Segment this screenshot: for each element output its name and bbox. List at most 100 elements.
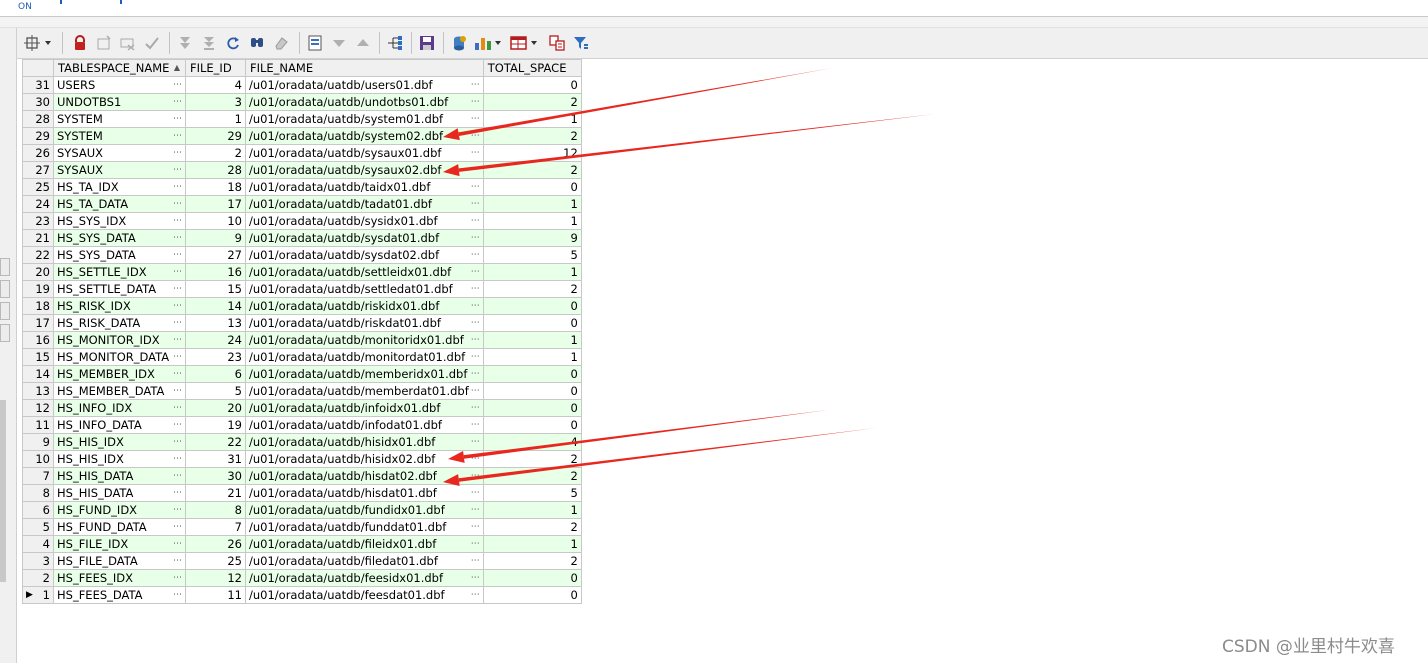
cell-tablespace-name[interactable]: HS_SYS_IDX ⋯ bbox=[53, 212, 186, 230]
cell-file-name[interactable]: /u01/oradata/uatdb/sysaux02.dbf ⋯ bbox=[245, 161, 484, 179]
lock-icon[interactable] bbox=[70, 33, 90, 53]
cell-editor-ellipsis-icon[interactable]: ⋯ bbox=[471, 486, 480, 501]
cell-file-name[interactable]: /u01/oradata/uatdb/hisdat01.dbf ⋯ bbox=[245, 484, 484, 502]
cell-total-space[interactable]: 12 bbox=[482, 144, 582, 162]
table-row[interactable]: 23 HS_SYS_IDX ⋯ 10/u01/oradata/uatdb/sysidx… bbox=[22, 212, 582, 230]
cell-file-id[interactable]: 6 bbox=[185, 365, 246, 383]
cell-editor-ellipsis-icon[interactable]: ⋯ bbox=[471, 554, 480, 569]
cell-total-space[interactable]: 0 bbox=[482, 586, 582, 604]
cell-tablespace-name[interactable]: HS_FEES_DATA ⋯ bbox=[53, 586, 186, 604]
cell-editor-ellipsis-icon[interactable]: ⋯ bbox=[173, 180, 182, 195]
table-row[interactable]: 20 HS_SETTLE_IDX ⋯ 16/u01/oradata/uatdb/set… bbox=[22, 263, 582, 281]
query-by-example-icon[interactable] bbox=[385, 33, 405, 53]
cell-editor-ellipsis-icon[interactable]: ⋯ bbox=[471, 350, 480, 365]
table-row[interactable]: 7 HS_HIS_DATA ⋯ 30/u01/oradata/uatdb/hisdat… bbox=[22, 467, 582, 485]
cell-editor-ellipsis-icon[interactable]: ⋯ bbox=[173, 231, 182, 246]
cell-file-name[interactable]: /u01/oradata/uatdb/hisdat02.dbf ⋯ bbox=[245, 467, 484, 485]
row-number[interactable]: 13 bbox=[22, 382, 54, 400]
cell-total-space[interactable]: 9 bbox=[482, 229, 582, 247]
cell-file-name[interactable]: /u01/oradata/uatdb/hisidx01.dbf ⋯ bbox=[245, 433, 484, 451]
column-header-file-id[interactable]: FILE_ID bbox=[185, 59, 246, 77]
cell-editor-ellipsis-icon[interactable]: ⋯ bbox=[471, 146, 480, 161]
cell-editor-ellipsis-icon[interactable]: ⋯ bbox=[173, 282, 182, 297]
cell-total-space[interactable]: 0 bbox=[482, 416, 582, 434]
cell-editor-ellipsis-icon[interactable]: ⋯ bbox=[471, 214, 480, 229]
cell-editor-ellipsis-icon[interactable]: ⋯ bbox=[173, 197, 182, 212]
cell-tablespace-name[interactable]: HS_TA_IDX ⋯ bbox=[53, 178, 186, 196]
cell-tablespace-name[interactable]: UNDOTBS1 ⋯ bbox=[53, 93, 186, 111]
cell-file-id[interactable]: 21 bbox=[185, 484, 246, 502]
cell-total-space[interactable]: 0 bbox=[482, 297, 582, 315]
cell-editor-ellipsis-icon[interactable]: ⋯ bbox=[471, 95, 480, 110]
post-changes-icon[interactable] bbox=[142, 33, 162, 53]
cell-file-name[interactable]: /u01/oradata/uatdb/monitordat01.dbf ⋯ bbox=[245, 348, 484, 366]
cell-editor-ellipsis-icon[interactable]: ⋯ bbox=[471, 282, 480, 297]
cell-editor-ellipsis-icon[interactable]: ⋯ bbox=[173, 95, 182, 110]
cell-file-id[interactable]: 15 bbox=[185, 280, 246, 298]
cell-editor-ellipsis-icon[interactable]: ⋯ bbox=[173, 316, 182, 331]
cell-editor-ellipsis-icon[interactable]: ⋯ bbox=[471, 418, 480, 433]
cell-file-name[interactable]: /u01/oradata/uatdb/system01.dbf ⋯ bbox=[245, 110, 484, 128]
cell-total-space[interactable]: 2 bbox=[482, 467, 582, 485]
cell-editor-ellipsis-icon[interactable]: ⋯ bbox=[471, 384, 480, 399]
cell-file-name[interactable]: /u01/oradata/uatdb/taidx01.dbf ⋯ bbox=[245, 178, 484, 196]
cell-editor-ellipsis-icon[interactable]: ⋯ bbox=[173, 299, 182, 314]
cell-editor-ellipsis-icon[interactable]: ⋯ bbox=[173, 537, 182, 552]
row-number[interactable]: 12 bbox=[22, 399, 54, 417]
cell-total-space[interactable]: 0 bbox=[482, 365, 582, 383]
cell-file-name[interactable]: /u01/oradata/uatdb/sysaux01.dbf ⋯ bbox=[245, 144, 484, 162]
cell-total-space[interactable]: 1 bbox=[482, 212, 582, 230]
table-row[interactable]: 8 HS_HIS_DATA ⋯ 21/u01/oradata/uatdb/hisdat… bbox=[22, 484, 582, 502]
cell-editor-ellipsis-icon[interactable]: ⋯ bbox=[471, 180, 480, 195]
cell-total-space[interactable]: 2 bbox=[482, 450, 582, 468]
row-number[interactable]: 22 bbox=[22, 246, 54, 264]
single-record-view-icon[interactable] bbox=[305, 33, 325, 53]
row-number[interactable]: 8 bbox=[22, 484, 54, 502]
cell-file-id[interactable]: 26 bbox=[185, 535, 246, 553]
row-number[interactable]: 20 bbox=[22, 263, 54, 281]
cell-file-id[interactable]: 13 bbox=[185, 314, 246, 332]
row-number[interactable]: 23 bbox=[22, 212, 54, 230]
cell-file-id[interactable]: 10 bbox=[185, 212, 246, 230]
cell-editor-ellipsis-icon[interactable]: ⋯ bbox=[471, 435, 480, 450]
cell-file-name[interactable]: /u01/oradata/uatdb/settledat01.dbf ⋯ bbox=[245, 280, 484, 298]
insert-record-icon[interactable] bbox=[94, 33, 114, 53]
table-row[interactable]: 10 HS_HIS_IDX ⋯ 31/u01/oradata/uatdb/hisidx… bbox=[22, 450, 582, 468]
table-row[interactable]: 24 HS_TA_DATA ⋯ 17/u01/oradata/uatdb/tadat0… bbox=[22, 195, 582, 213]
cell-file-id[interactable]: 7 bbox=[185, 518, 246, 536]
cell-editor-ellipsis-icon[interactable]: ⋯ bbox=[173, 146, 182, 161]
cell-total-space[interactable]: 2 bbox=[482, 161, 582, 179]
row-number[interactable]: 18 bbox=[22, 297, 54, 315]
cell-file-id[interactable]: 19 bbox=[185, 416, 246, 434]
cell-file-id[interactable]: 2 bbox=[185, 144, 246, 162]
cell-file-id[interactable]: 25 bbox=[185, 552, 246, 570]
cell-total-space[interactable]: 0 bbox=[482, 76, 582, 94]
filter-down-icon[interactable] bbox=[329, 33, 349, 53]
delete-record-icon[interactable] bbox=[118, 33, 138, 53]
cell-file-name[interactable]: /u01/oradata/uatdb/memberdat01.dbf ⋯ bbox=[245, 382, 484, 400]
cell-editor-ellipsis-icon[interactable]: ⋯ bbox=[173, 520, 182, 535]
cell-tablespace-name[interactable]: HS_HIS_DATA ⋯ bbox=[53, 484, 186, 502]
cell-editor-ellipsis-icon[interactable]: ⋯ bbox=[173, 129, 182, 144]
row-number[interactable]: 24 bbox=[22, 195, 54, 213]
table-row[interactable]: 25 HS_TA_IDX ⋯ 18/u01/oradata/uatdb/taidx01… bbox=[22, 178, 582, 196]
cell-tablespace-name[interactable]: HS_SETTLE_IDX ⋯ bbox=[53, 263, 186, 281]
cell-tablespace-name[interactable]: HS_INFO_IDX ⋯ bbox=[53, 399, 186, 417]
table-row[interactable]: 14 HS_MEMBER_IDX ⋯ 6/u01/oradata/uatdb/memb… bbox=[22, 365, 582, 383]
table-row[interactable]: 31 USERS ⋯ 4/u01/oradata/uatdb/users01.dbf ⋯… bbox=[22, 76, 582, 94]
cell-tablespace-name[interactable]: HS_FUND_DATA ⋯ bbox=[53, 518, 186, 536]
cell-editor-ellipsis-icon[interactable]: ⋯ bbox=[173, 333, 182, 348]
cell-total-space[interactable]: 1 bbox=[482, 263, 582, 281]
cell-tablespace-name[interactable]: HS_RISK_DATA ⋯ bbox=[53, 314, 186, 332]
chart-icon[interactable] bbox=[473, 33, 505, 53]
cell-editor-ellipsis-icon[interactable]: ⋯ bbox=[173, 452, 182, 467]
cell-file-id[interactable]: 8 bbox=[185, 501, 246, 519]
refresh-icon[interactable] bbox=[223, 33, 243, 53]
cell-total-space[interactable]: 0 bbox=[482, 569, 582, 587]
table-row[interactable]: 11 HS_INFO_DATA ⋯ 19/u01/oradata/uatdb/info… bbox=[22, 416, 582, 434]
cell-file-name[interactable]: /u01/oradata/uatdb/infoidx01.dbf ⋯ bbox=[245, 399, 484, 417]
cell-tablespace-name[interactable]: HS_HIS_IDX ⋯ bbox=[53, 433, 186, 451]
compare-icon[interactable] bbox=[547, 33, 567, 53]
cell-total-space[interactable]: 5 bbox=[482, 484, 582, 502]
cell-file-id[interactable]: 17 bbox=[185, 195, 246, 213]
